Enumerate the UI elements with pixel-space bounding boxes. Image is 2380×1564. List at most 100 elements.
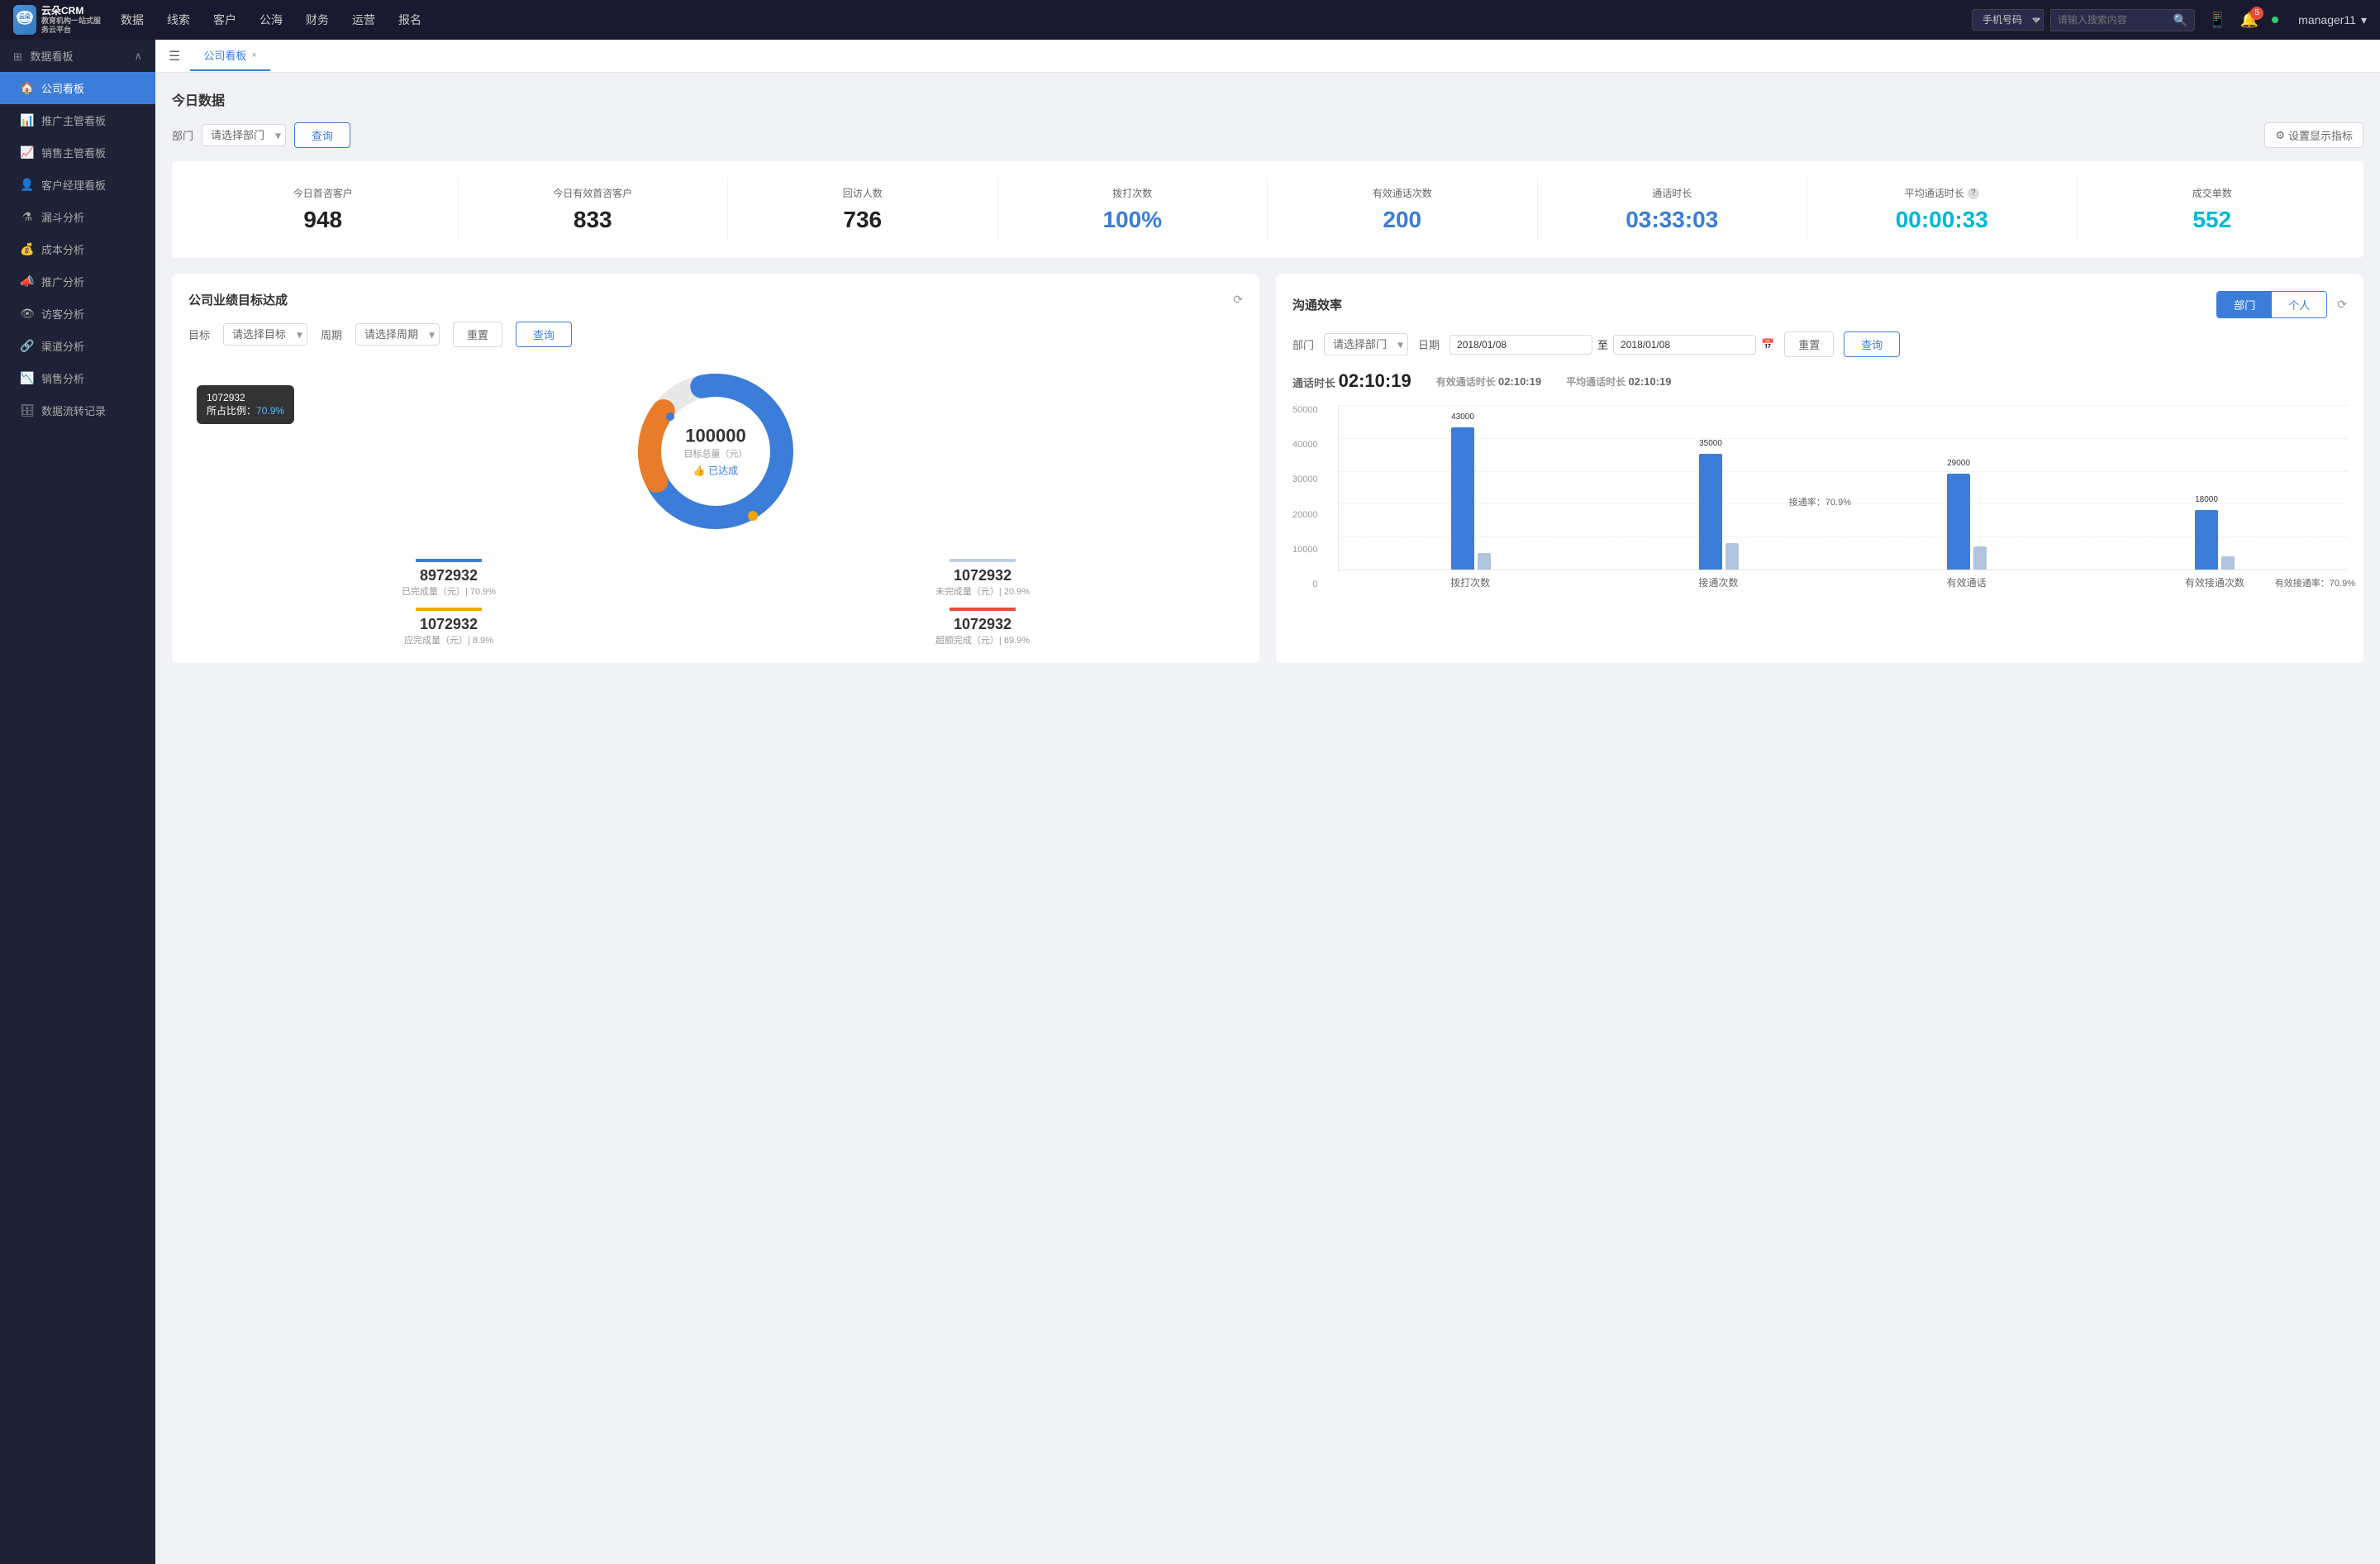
nav-item-sea[interactable]: 公海 [259,12,283,28]
nav-item-ops[interactable]: 运营 [352,12,375,28]
sidebar-item-label: 销售主管看板 [41,145,106,160]
nav-item-customers[interactable]: 客户 [213,12,236,28]
x-label-dial: 拨打次数 [1346,575,1594,589]
bar-effective-main: 29000 [1947,474,1970,570]
sidebar-item-channel[interactable]: 🔗 渠道分析 [0,330,155,362]
bar-label-29000: 29000 [1947,459,1970,468]
eff-dept-select[interactable]: 请选择部门 [1324,333,1408,355]
stat-incomplete: 1072932 未完成量（元）| 20.9% [722,559,1243,598]
sidebar-item-promotion-board[interactable]: 📊 推广主管看板 [0,104,155,136]
date-to-input[interactable] [1613,335,1756,355]
refresh-icon[interactable]: ⟳ [1233,293,1243,307]
tooltip-percent: 70.9% [256,405,284,417]
tab-label: 公司看板 [203,47,246,63]
target-select[interactable]: 请选择目标 [223,323,307,346]
sidebar-section-header[interactable]: ⊞ 数据看板 ∧ [0,40,155,72]
dept-select[interactable]: 请选择部门 [202,124,286,146]
call-duration-value: 02:10:19 [1339,370,1411,391]
nav-item-leads[interactable]: 线索 [167,12,190,28]
y-label-20000: 20000 [1292,510,1318,520]
tab-bar: ☰ 公司看板 × [155,40,2380,73]
search-icon[interactable]: 🔍 [2173,13,2187,27]
today-query-button[interactable]: 查询 [294,122,350,148]
donut-tooltip: 1072932 所占比例：70.9% [197,385,294,424]
efficiency-refresh-icon[interactable]: ⟳ [2337,298,2347,312]
tab-dept-button[interactable]: 部门 [2217,292,2272,317]
completed-bar [416,559,482,562]
user-info[interactable]: manager11 ▾ [2298,13,2367,27]
should-complete-bar [416,608,482,611]
sidebar-item-funnel[interactable]: ⚗ 漏斗分析 [0,201,155,233]
stat-should-label: 应完成量（元）| 8.9% [188,633,709,646]
svg-text:云朵: 云朵 [19,12,31,20]
date-from-input[interactable] [1449,335,1592,355]
stat-label: 有效通话次数 [1276,186,1529,200]
calendar-icon[interactable]: 📅 [1761,338,1774,351]
bars-container: 43000 接通率：70.9% 35000 [1339,405,2347,570]
call-duration-label: 通话时长 [1292,377,1339,389]
nav-item-finance[interactable]: 财务 [306,12,329,28]
sidebar-item-sales-board[interactable]: 📈 销售主管看板 [0,136,155,169]
avg-duration-value: 02:10:19 [1628,375,1671,388]
tab-personal-button[interactable]: 个人 [2272,292,2326,317]
search-input[interactable] [2058,14,2173,26]
tab-company-board[interactable]: 公司看板 × [190,41,269,71]
notification-icon[interactable]: 🔔 5 [2240,12,2259,29]
top-nav: 云朵 云朵CRM 教育机构一站式服务云平台 数据 线索 客户 公海 财务 运营 … [0,0,2380,40]
bar-effective-gray [1973,546,1987,570]
perf-reset-button[interactable]: 重置 [453,322,502,347]
bar-connect-main: 35000 [1699,454,1722,570]
online-indicator [2272,17,2278,23]
stat-value: 03:33:03 [1546,207,1799,233]
company-board-icon: 🏠 [20,81,35,95]
data-flow-icon: 🗄 [20,403,35,417]
bar-label-18000: 18000 [2195,495,2218,504]
stat-value: 948 [197,207,450,233]
sidebar-item-label: 客户经理看板 [41,177,106,193]
tab-close-icon[interactable]: × [251,50,256,60]
sidebar-item-sales-analysis[interactable]: 📉 销售分析 [0,362,155,394]
performance-controls: 目标 请选择目标 周期 请选择周期 重置 查询 [188,322,1243,347]
stats-grid: 今日首咨客户 948 今日有效首咨客户 833 回访人数 736 拨打次数 10… [172,161,2363,258]
bar-group-dial: 43000 [1347,427,1595,570]
eff-query-button[interactable]: 查询 [1844,331,1900,357]
sidebar-item-promotion[interactable]: 📣 推广分析 [0,265,155,298]
y-label-10000: 10000 [1292,545,1318,555]
sidebar-item-cost[interactable]: 💰 成本分析 [0,233,155,265]
username: manager11 [2298,13,2356,26]
period-select[interactable]: 请选择周期 [355,323,440,346]
sidebar-item-manager-board[interactable]: 👤 客户经理看板 [0,169,155,201]
stat-label: 回访人数 [736,186,989,200]
y-label-0: 0 [1312,579,1317,589]
perf-query-button[interactable]: 查询 [516,322,572,347]
y-label-50000: 50000 [1292,405,1318,415]
menu-icon[interactable]: ☰ [169,48,180,64]
bar-group-effective: 29000 [1843,474,2091,570]
nav-item-data[interactable]: 数据 [121,12,144,28]
eff-reset-button[interactable]: 重置 [1784,331,1834,357]
sidebar-item-data-flow[interactable]: 🗄 数据流转记录 [0,394,155,427]
donut-target-unit: 目标总量（元） [684,447,748,460]
stat-value: 00:00:33 [1816,207,2068,233]
date-range: 至 📅 [1449,335,1774,355]
x-label-effective: 有效通话 [1843,575,2091,589]
efficiency-tab-buttons: 部门 个人 [2216,291,2327,318]
nav-item-signup[interactable]: 报名 [398,12,421,28]
sidebar-item-company-board[interactable]: 🏠 公司看板 [0,72,155,104]
mobile-icon[interactable]: 📱 [2208,12,2226,29]
today-title: 今日数据 [172,89,2363,109]
performance-panel: 公司业绩目标达成 ⟳ 目标 请选择目标 周期 请选择周期 [172,274,1259,663]
settings-button[interactable]: ⚙ 设置显示指标 [2264,122,2363,148]
y-axis-labels: 50000 40000 30000 20000 10000 0 [1292,405,1323,589]
sidebar-item-visitor[interactable]: 👁 访客分析 [0,298,155,330]
logo-icon: 云朵 [13,5,36,35]
stat-card-dial: 拨打次数 100% [998,178,1269,241]
sidebar-item-label: 成本分析 [41,241,84,257]
sidebar-item-label: 访客分析 [41,306,84,322]
tooltip-value: 1072932 [207,392,284,403]
bar-eff-connect-blue [2195,510,2218,570]
stat-label: 今日首咨客户 [197,186,450,200]
sidebar-section-label: ⊞ 数据看板 [13,48,74,64]
stat-should-value: 1072932 [188,616,709,633]
search-type-select[interactable]: 手机号码 [1972,9,2044,31]
